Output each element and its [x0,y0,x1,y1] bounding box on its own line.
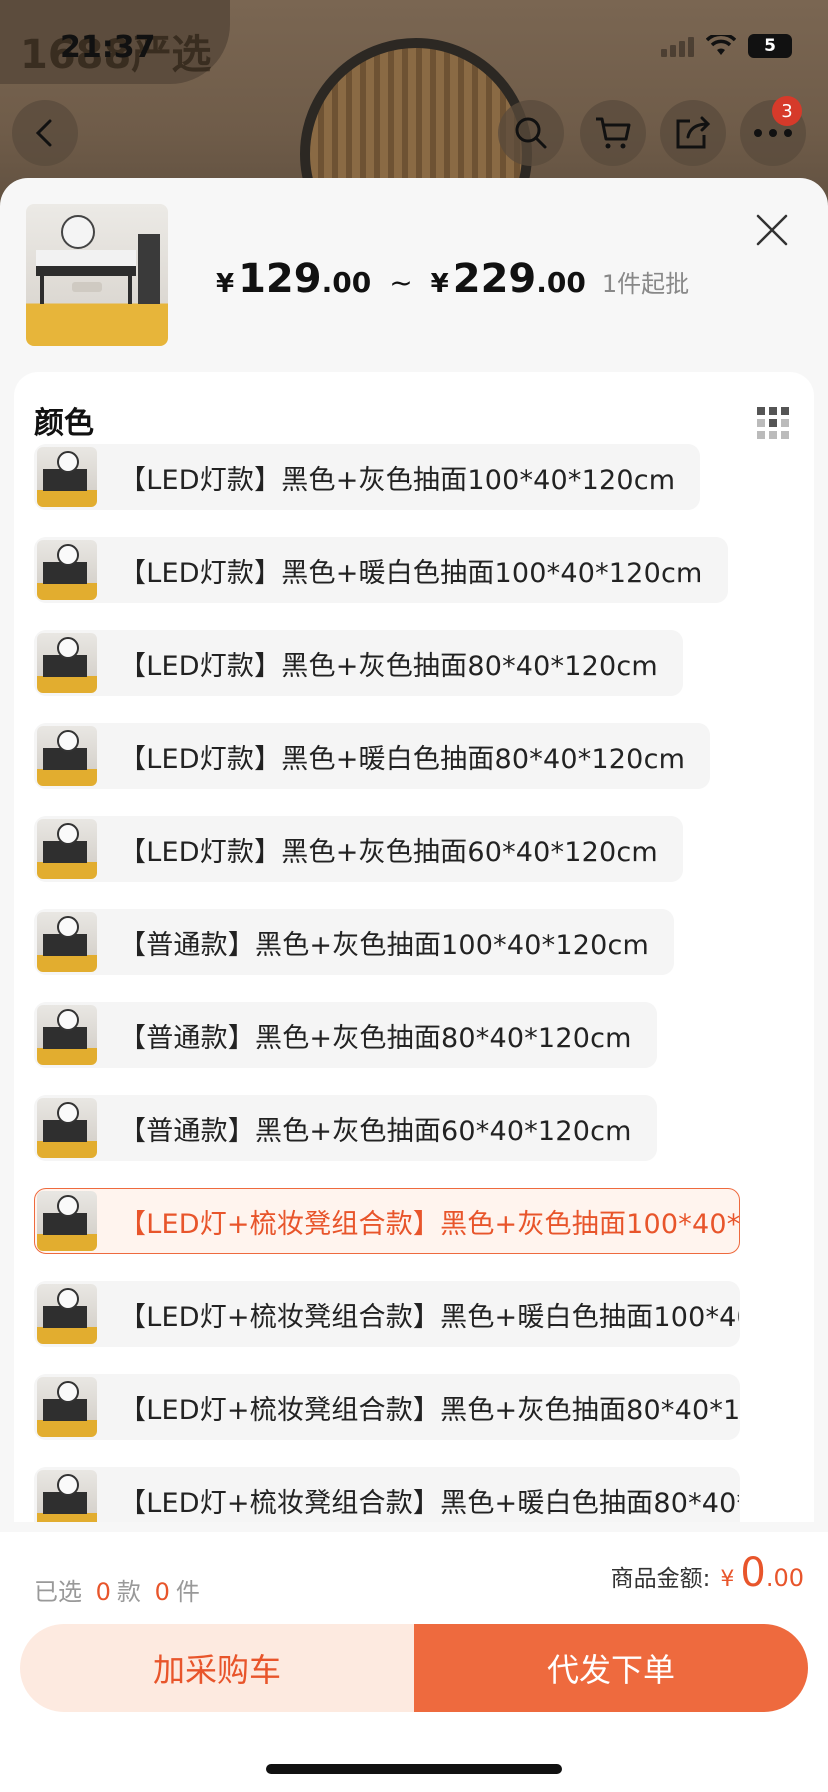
sku-thumbnail [37,540,97,600]
sku-option[interactable]: 【LED灯+梳妆凳组合款】黑色+暖白色抽面100*40*120cm [34,1281,740,1347]
sku-option-label: 【普通款】黑色+灰色抽面80*40*120cm [119,1022,632,1054]
amount-integer: 0 [740,1550,766,1596]
grid-view-icon[interactable] [756,406,790,440]
sku-thumbnail [37,1191,97,1251]
sku-option[interactable]: 【LED灯款】黑色+灰色抽面100*40*120cm [34,444,701,510]
more-button[interactable]: 3 [740,96,806,166]
max-price-integer: 229 [452,256,537,302]
amount-decimal: .00 [765,1564,804,1592]
currency-symbol: ¥ [430,269,449,299]
sku-thumbnail [37,1377,97,1437]
sku-option-label: 【普通款】黑色+灰色抽面100*40*120cm [119,929,649,961]
sku-option-label: 【LED灯+梳妆凳组合款】黑色+灰色抽面80*40*120cm [119,1394,739,1426]
sku-option-label: 【LED灯+梳妆凳组合款】黑色+灰色抽面100*40*120cm [119,1208,739,1240]
sku-thumbnail [37,819,97,879]
selected-pieces-count: 0 [154,1578,170,1606]
sku-option-label: 【LED灯款】黑色+灰色抽面100*40*120cm [119,464,676,496]
currency-symbol: ¥ [216,269,235,299]
sku-option[interactable]: 【LED灯款】黑色+灰色抽面80*40*120cm [34,630,683,696]
search-button[interactable] [498,100,564,166]
sku-option-label: 【LED灯款】黑色+灰色抽面60*40*120cm [119,836,658,868]
home-indicator[interactable] [266,1764,562,1774]
sku-option-label: 【普通款】黑色+灰色抽面60*40*120cm [119,1115,632,1147]
price-separator: ~ [389,266,413,299]
color-options-card: 颜色 【LED灯款】黑色+灰色抽面100*40*120cm 【LED灯款】黑色+… [14,372,814,1522]
sku-thumbnail [37,633,97,693]
vanity-table-image [36,215,160,304]
battery-icon: 5 [748,34,792,58]
sku-thumbnail [37,1284,97,1344]
styles-unit: 款 [116,1578,141,1606]
amount-currency: ¥ [720,1567,735,1592]
share-icon [676,116,711,149]
cart-button[interactable] [580,100,646,166]
sku-option-selected[interactable]: 【LED灯+梳妆凳组合款】黑色+灰色抽面100*40*120cm [34,1188,740,1254]
action-buttons: 加采购车 代发下单 [20,1624,808,1712]
minimum-order-quantity: 1件起批 [601,270,690,298]
more-dots-icon [754,129,792,137]
product-thumbnail[interactable] [26,204,168,346]
place-order-button[interactable]: 代发下单 [414,1624,808,1712]
sku-option[interactable]: 【LED灯+梳妆凳组合款】黑色+灰色抽面80*40*120cm [34,1374,740,1440]
min-price-integer: 129 [238,256,322,302]
amount-label: 商品金额: [610,1566,711,1592]
sku-option[interactable]: 【LED灯款】黑色+灰色抽面60*40*120cm [34,816,683,882]
sku-option[interactable]: 【LED灯+梳妆凳组合款】黑色+暖白色抽面80*40*120cm [34,1467,740,1522]
sku-option-label: 【LED灯款】黑色+暖白色抽面80*40*120cm [119,743,686,775]
pieces-unit: 件 [175,1578,200,1606]
max-price-decimal: .00 [536,266,586,299]
price-range: ¥ 129 .00 ~ ¥ 229 .00 1件起批 [216,256,689,302]
sku-thumbnail [37,447,97,507]
status-icons: 5 [661,34,792,58]
sku-option-label: 【LED灯+梳妆凳组合款】黑色+暖白色抽面100*40*120cm [119,1301,739,1333]
sku-thumbnail [37,1470,97,1522]
cellular-signal-icon [661,35,694,57]
back-button[interactable] [12,100,78,166]
search-icon [515,117,547,149]
min-price-decimal: .00 [321,266,372,299]
sku-option-list: 【LED灯款】黑色+灰色抽面100*40*120cm 【LED灯款】黑色+暖白色… [34,444,794,1522]
sku-option[interactable]: 【LED灯款】黑色+暖白色抽面100*40*120cm [34,537,728,603]
bottom-action-bar: 已选 0款 0件 商品金额: ¥ 0 .00 加采购车 代发下单 [0,1532,828,1792]
selected-prefix: 已选 [34,1578,82,1606]
sku-option[interactable]: 【LED灯款】黑色+暖白色抽面80*40*120cm [34,723,711,789]
sku-thumbnail [37,726,97,786]
close-icon[interactable] [752,210,792,250]
cart-icon [596,117,631,149]
message-count-badge: 3 [772,96,802,126]
total-amount: 商品金额: ¥ 0 .00 [611,1550,804,1596]
sku-option-label: 【LED灯款】黑色+灰色抽面80*40*120cm [119,650,658,682]
add-to-cart-button[interactable]: 加采购车 [20,1624,414,1712]
sku-option[interactable]: 【普通款】黑色+灰色抽面100*40*120cm [34,909,674,975]
chevron-left-icon [35,119,52,147]
share-button[interactable] [660,100,726,166]
sku-thumbnail [37,1005,97,1065]
product-page: 1688严选 21:37 5 3 ¥ 129 .00 ~ ¥ 229 .00 1… [0,0,828,1792]
status-time: 21:37 [60,30,156,65]
selected-styles-count: 0 [95,1578,111,1606]
wifi-icon [706,35,736,55]
sku-option-label: 【LED灯+梳妆凳组合款】黑色+暖白色抽面80*40*120cm [119,1487,739,1519]
sku-option-label: 【LED灯款】黑色+暖白色抽面100*40*120cm [119,557,703,589]
sku-thumbnail [37,912,97,972]
sku-thumbnail [37,1098,97,1158]
selected-summary: 已选 0款 0件 [34,1572,200,1607]
section-title: 颜色 [34,406,94,441]
sku-option[interactable]: 【普通款】黑色+灰色抽面60*40*120cm [34,1095,657,1161]
sku-option[interactable]: 【普通款】黑色+灰色抽面80*40*120cm [34,1002,657,1068]
